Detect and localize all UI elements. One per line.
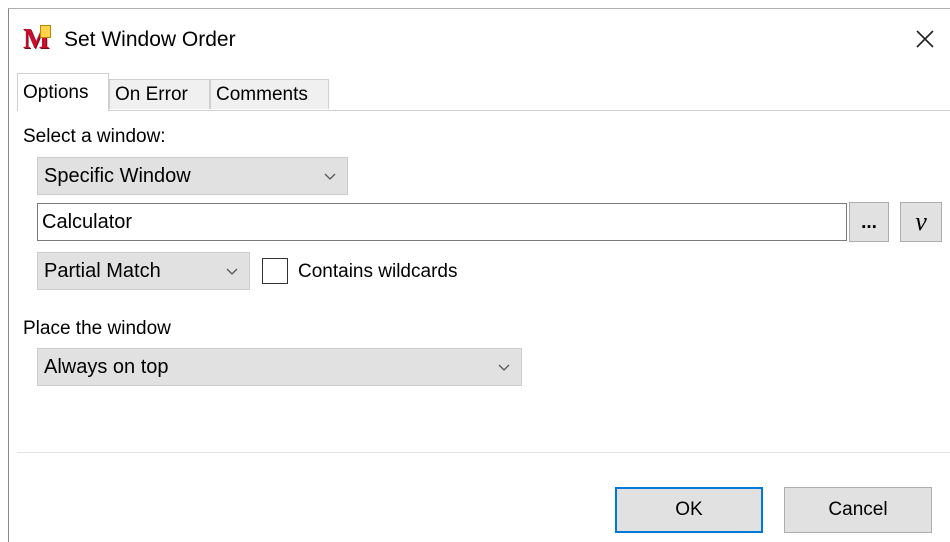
variable-button[interactable]: v (900, 202, 942, 242)
chevron-down-icon (226, 268, 238, 275)
window-name-field[interactable]: Calculator (37, 203, 847, 241)
close-button[interactable] (907, 21, 943, 57)
contains-wildcards-checkbox[interactable] (262, 258, 288, 284)
ok-button[interactable]: OK (615, 487, 763, 533)
chevron-down-icon (324, 173, 336, 180)
close-icon (916, 30, 934, 48)
dialog-window: M Set Window Order Options On Error Comm… (8, 8, 950, 542)
options-panel: Select a window: Specific Window Calcula… (17, 110, 950, 452)
tab-comments[interactable]: Comments (210, 79, 329, 109)
window-mode-value: Specific Window (44, 165, 191, 187)
select-window-label: Select a window: (23, 126, 166, 147)
match-mode-value: Partial Match (44, 260, 161, 282)
app-logo-badge (40, 25, 51, 38)
window-name-value: Calculator (42, 211, 133, 233)
cancel-button[interactable]: Cancel (784, 487, 932, 533)
place-window-label: Place the window (23, 318, 171, 339)
place-window-select[interactable]: Always on top (37, 348, 522, 386)
tab-on-error[interactable]: On Error (109, 79, 210, 109)
place-window-value: Always on top (44, 356, 169, 378)
chevron-down-icon (498, 364, 510, 371)
contains-wildcards-label: Contains wildcards (298, 261, 458, 282)
window-title: Set Window Order (64, 28, 236, 51)
match-mode-select[interactable]: Partial Match (37, 252, 250, 290)
window-mode-select[interactable]: Specific Window (37, 157, 348, 195)
title-bar[interactable]: M Set Window Order (9, 9, 950, 65)
app-logo-icon: M (23, 25, 51, 54)
footer-divider (17, 452, 950, 453)
browse-button[interactable]: ... (849, 202, 889, 242)
tab-options[interactable]: Options (17, 73, 109, 111)
